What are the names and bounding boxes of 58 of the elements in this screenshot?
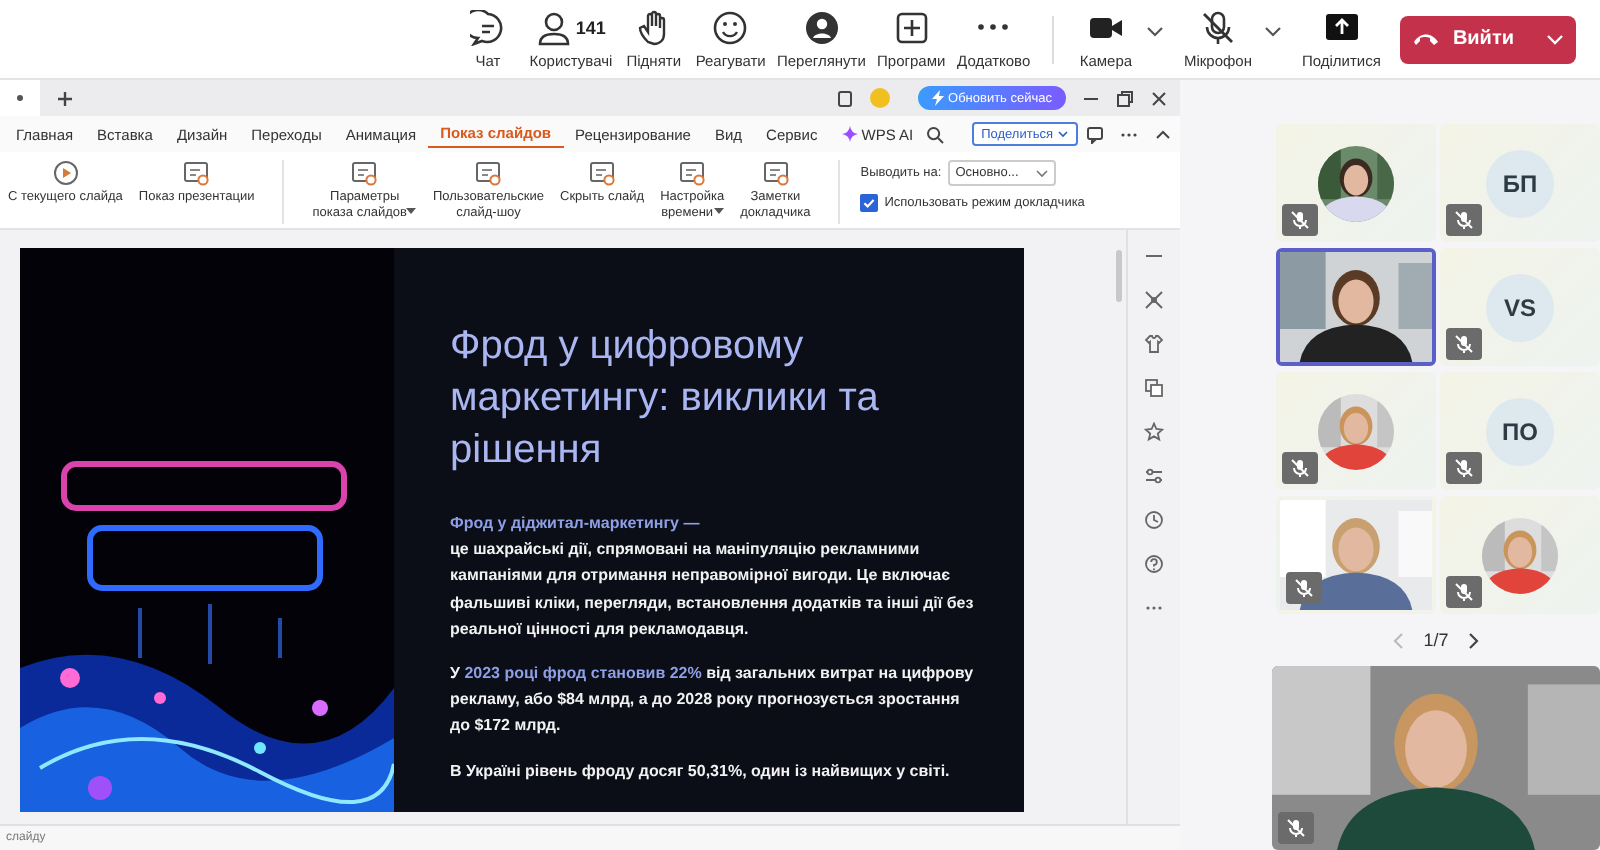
- participant-tile[interactable]: БП: [1440, 124, 1600, 242]
- initials-avatar: ПО: [1486, 397, 1554, 465]
- participant-tile[interactable]: [1440, 496, 1600, 614]
- people-icon: [535, 9, 572, 45]
- star-icon: [1144, 422, 1164, 442]
- check-icon: [862, 196, 877, 210]
- slide-paragraph: У 2023 році фрод становив 22% від загальних витрат на цифрову рекламу, або $84 млрд, а до 2028 року прогнозується зростання до $172 млрд.: [450, 661, 976, 739]
- dot-icon: [14, 92, 26, 104]
- shirt-icon: [1144, 334, 1164, 354]
- participant-tile[interactable]: [1276, 372, 1436, 490]
- copy-icon: [1144, 378, 1164, 398]
- transform-icon: [1144, 290, 1164, 310]
- comment-icon: [1086, 125, 1104, 143]
- play-icon: [51, 160, 80, 186]
- share-icon: [1323, 9, 1360, 45]
- sparkle-icon: [841, 126, 858, 142]
- slide-icon: [761, 160, 790, 186]
- search-icon: [925, 125, 944, 143]
- participant-tile[interactable]: VS: [1440, 248, 1600, 366]
- leave-button[interactable]: Вийти: [1400, 15, 1576, 63]
- phone-icon: [1412, 32, 1441, 46]
- chat-icon: [470, 9, 506, 45]
- next-icon[interactable]: [1468, 631, 1481, 649]
- initials-avatar: БП: [1486, 149, 1554, 217]
- slide-icon: [182, 160, 211, 186]
- restore-icon: [1116, 89, 1134, 107]
- slide-icon: [474, 160, 503, 186]
- scrollbar-thumb[interactable]: [1115, 250, 1121, 302]
- slide-icon: [588, 160, 617, 186]
- history-icon: [1144, 510, 1164, 530]
- slide-title: Фрод у цифровому маркетингу: виклики та рішення: [450, 322, 881, 476]
- smiley-icon: [712, 9, 749, 45]
- document-tab[interactable]: [0, 80, 40, 116]
- lightning-icon: [932, 90, 945, 106]
- caret-icon: [1035, 169, 1048, 177]
- caret-icon[interactable]: [1263, 25, 1282, 37]
- caret-icon[interactable]: [1145, 25, 1164, 37]
- help-icon: [1144, 554, 1164, 574]
- person-circle-icon: [803, 9, 840, 45]
- participant-tile[interactable]: [1276, 124, 1436, 242]
- initials-avatar: VS: [1486, 273, 1554, 341]
- close-icon: [1150, 89, 1168, 107]
- more-icon: [978, 24, 1009, 30]
- apps-icon: [893, 9, 930, 45]
- window-icon: [836, 89, 855, 107]
- caret-icon: [1058, 130, 1069, 138]
- microphone-icon: [1199, 9, 1236, 45]
- participant-tile[interactable]: ПО: [1440, 372, 1600, 490]
- caret-icon: [1546, 33, 1564, 45]
- slide-paragraph: В Україні рівень фроду досяг 50,31%, один із найвищих у світі.: [450, 759, 952, 784]
- page-indicator: 1/7: [1423, 630, 1449, 650]
- slide-paragraph: Фрод у діджитал-маркетингу — це шахрайські дії, спрямовані на маніпуляцію рекламними кампаніями для отримання неправомірної вигоди. Це включає фальшиві кліки, перегляди, встановлення додатків та інші дії без реальної цінності для рекламодавця.: [450, 512, 976, 642]
- sliders-icon: [1144, 466, 1164, 486]
- slide-icon: [678, 160, 707, 186]
- slide-icon: [350, 160, 379, 186]
- plus-icon: [56, 89, 74, 107]
- chevron-up-icon: [1154, 125, 1172, 143]
- participant-count: 141: [575, 17, 606, 37]
